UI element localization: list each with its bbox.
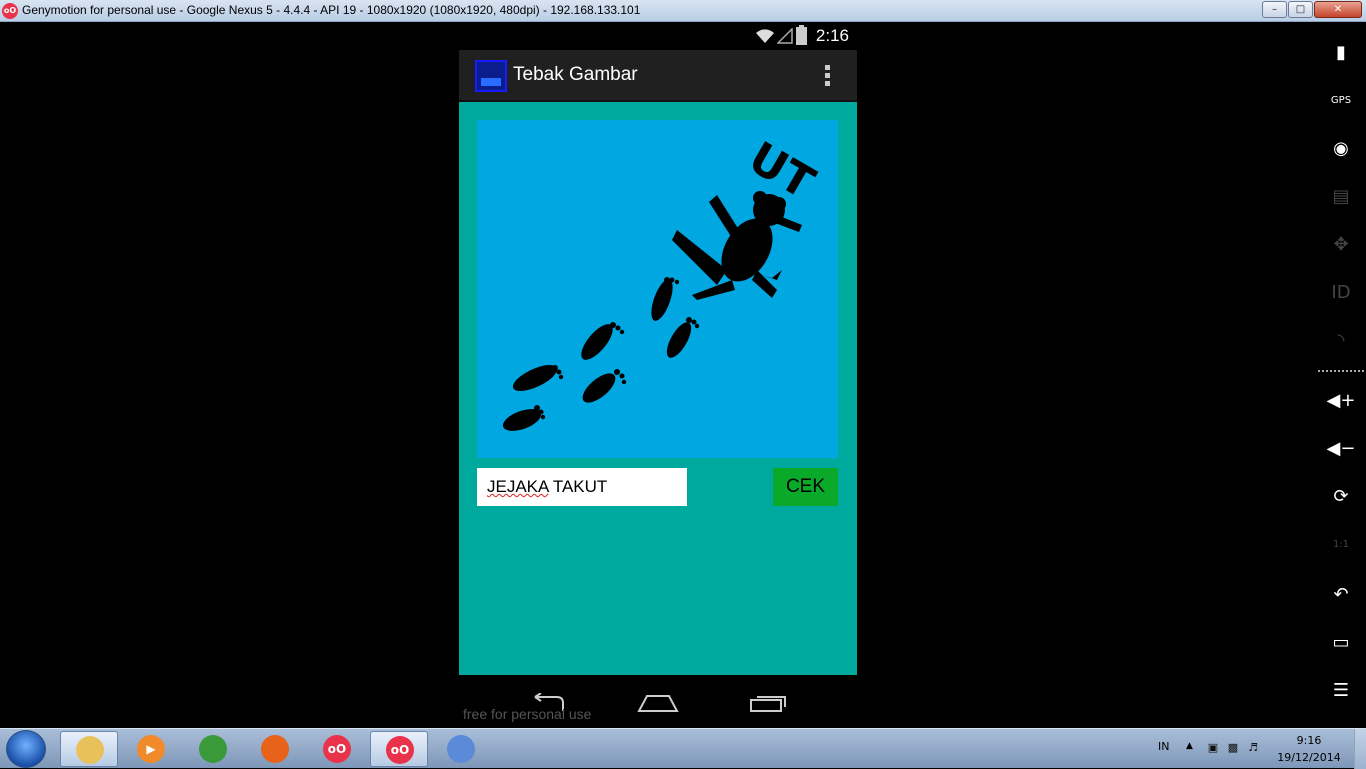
network-icon[interactable]: ▩ bbox=[1226, 741, 1240, 755]
paint-icon bbox=[447, 735, 475, 763]
volume-down-icon[interactable]: ◀− bbox=[1326, 434, 1356, 464]
answer-input[interactable]: JEJAKA TAKUT bbox=[477, 468, 687, 506]
back-icon[interactable]: ↶ bbox=[1326, 580, 1356, 610]
taskbar-button-chrome[interactable] bbox=[184, 731, 242, 767]
answer-value: TAKUT bbox=[548, 477, 608, 496]
firefox-icon bbox=[261, 735, 289, 763]
camera-widget-icon[interactable]: ◉ bbox=[1326, 134, 1356, 164]
taskbar-button-genymotion[interactable]: oO bbox=[308, 731, 366, 767]
android-status-bar: 2:16 bbox=[459, 22, 857, 50]
network-widget-icon: ◝ bbox=[1337, 330, 1345, 351]
volume-up-icon[interactable]: ◀+ bbox=[1326, 386, 1356, 416]
battery-charging-icon bbox=[796, 25, 807, 45]
volume-icon[interactable]: ♬ bbox=[1246, 741, 1260, 755]
app-logo-icon bbox=[475, 60, 507, 92]
close-button[interactable]: ✕ bbox=[1314, 1, 1362, 18]
app-action-bar: Tebak Gambar bbox=[459, 50, 857, 102]
window-title: Genymotion for personal use - Google Nex… bbox=[22, 3, 641, 17]
puzzle-image: UT bbox=[477, 120, 838, 458]
watermark: free for personal use bbox=[463, 706, 592, 722]
system-tray: IN ▲ ▣ ▩ ♬ 9:16 19/12/2014 bbox=[1136, 729, 1366, 769]
battery-widget-icon[interactable]: ▮ bbox=[1326, 38, 1356, 68]
clock-date[interactable]: 19/12/2014 bbox=[1274, 751, 1344, 764]
genymotion-device-icon: oO bbox=[386, 736, 414, 764]
status-time: 2:16 bbox=[815, 26, 849, 45]
wifi-icon bbox=[756, 29, 774, 43]
app-content: UT JEJAKA TAKUT CEK bbox=[459, 102, 857, 675]
file-explorer-icon bbox=[76, 736, 104, 764]
show-desktop-button[interactable] bbox=[1354, 729, 1366, 769]
recent-apps-icon[interactable] bbox=[749, 693, 789, 713]
app-title: Tebak Gambar bbox=[513, 64, 638, 85]
rotate-icon[interactable]: ⟳ bbox=[1326, 482, 1356, 512]
screencast-widget-icon: ▤ bbox=[1332, 186, 1350, 207]
maximize-button[interactable]: □ bbox=[1288, 1, 1313, 18]
overflow-menu-icon[interactable] bbox=[825, 65, 831, 87]
taskbar-button-file-explorer[interactable] bbox=[60, 731, 118, 767]
recent-apps-icon[interactable]: ▭ bbox=[1326, 628, 1356, 658]
device-id-icon: ID bbox=[1331, 282, 1351, 303]
menu-icon[interactable]: ☰ bbox=[1326, 676, 1356, 706]
cek-button[interactable]: CEK bbox=[773, 468, 838, 506]
answer-value-misspelled: JEJAKA bbox=[487, 477, 549, 496]
clock-time[interactable]: 9:16 bbox=[1274, 734, 1344, 747]
show-hidden-icons-icon[interactable]: ▲ bbox=[1186, 741, 1193, 751]
signal-icon bbox=[777, 28, 793, 44]
home-icon[interactable] bbox=[637, 693, 679, 713]
android-nav-bar: free for personal use bbox=[459, 675, 857, 728]
remote-control-icon: ✥ bbox=[1333, 234, 1349, 255]
taskbar-button-media-player[interactable]: ▶ bbox=[122, 731, 180, 767]
window-title-bar: oO Genymotion for personal use - Google … bbox=[0, 0, 1366, 22]
minimize-button[interactable]: – bbox=[1262, 1, 1287, 18]
windows-taskbar: ▶ oO oO IN ▲ ▣ ▩ ♬ 9:16 19/12/2014 bbox=[0, 728, 1366, 769]
media-player-icon: ▶ bbox=[137, 735, 165, 763]
taskbar-button-genymotion-device[interactable]: oO bbox=[370, 731, 428, 767]
chrome-icon bbox=[199, 735, 227, 763]
device-icon[interactable]: ▣ bbox=[1206, 741, 1220, 755]
puzzle-text: UT bbox=[740, 132, 822, 209]
genymotion-toolbar: ▮ GPS ◉ ▤ ✥ ID ◝ ◀+ ◀− ⟳ 1:1 ↶ ▭ ☰ bbox=[1316, 22, 1366, 728]
pixel-perfect-icon: 1:1 bbox=[1332, 539, 1350, 550]
frog-footprints-image: UT bbox=[502, 132, 823, 431]
language-indicator[interactable]: IN bbox=[1158, 740, 1169, 753]
start-button[interactable] bbox=[6, 730, 46, 768]
taskbar-button-firefox[interactable] bbox=[246, 731, 304, 767]
toolbar-separator bbox=[1318, 370, 1364, 372]
gps-widget-icon[interactable]: GPS bbox=[1326, 86, 1356, 116]
genymotion-icon: oO bbox=[323, 735, 351, 763]
genymotion-icon: oO bbox=[2, 3, 18, 19]
taskbar-button-paint[interactable] bbox=[432, 731, 490, 767]
